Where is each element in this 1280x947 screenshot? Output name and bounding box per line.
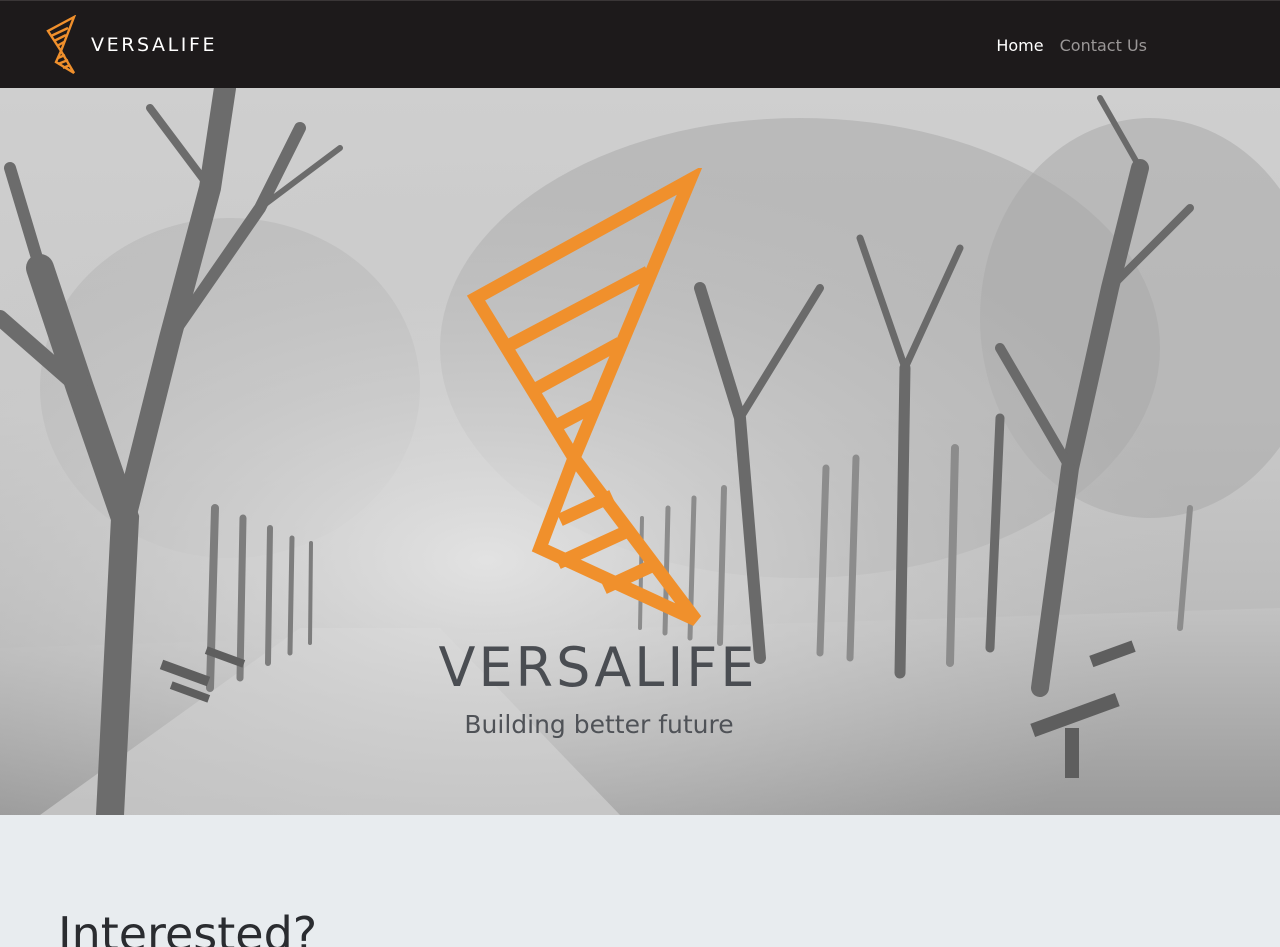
versalife-hero-logo-icon	[466, 168, 703, 626]
section-heading: Interested?	[58, 907, 318, 947]
interested-section: Interested?	[0, 815, 1280, 947]
brand-name: VERSALIFE	[91, 34, 218, 56]
brand-link[interactable]: VERSALIFE	[44, 15, 217, 75]
nav-home-link[interactable]: Home	[996, 36, 1043, 55]
versalife-logo-icon	[46, 15, 76, 75]
hero-subtitle: Building better future	[464, 710, 734, 739]
nav-contact-link[interactable]: Contact Us	[1060, 36, 1147, 55]
hero-section: VERSALIFE Building better future	[0, 88, 1280, 815]
top-navbar: VERSALIFE Home Contact Us	[0, 0, 1280, 88]
hero-title: VERSALIFE	[438, 636, 758, 699]
nav-links: Home Contact Us	[980, 1, 1147, 89]
